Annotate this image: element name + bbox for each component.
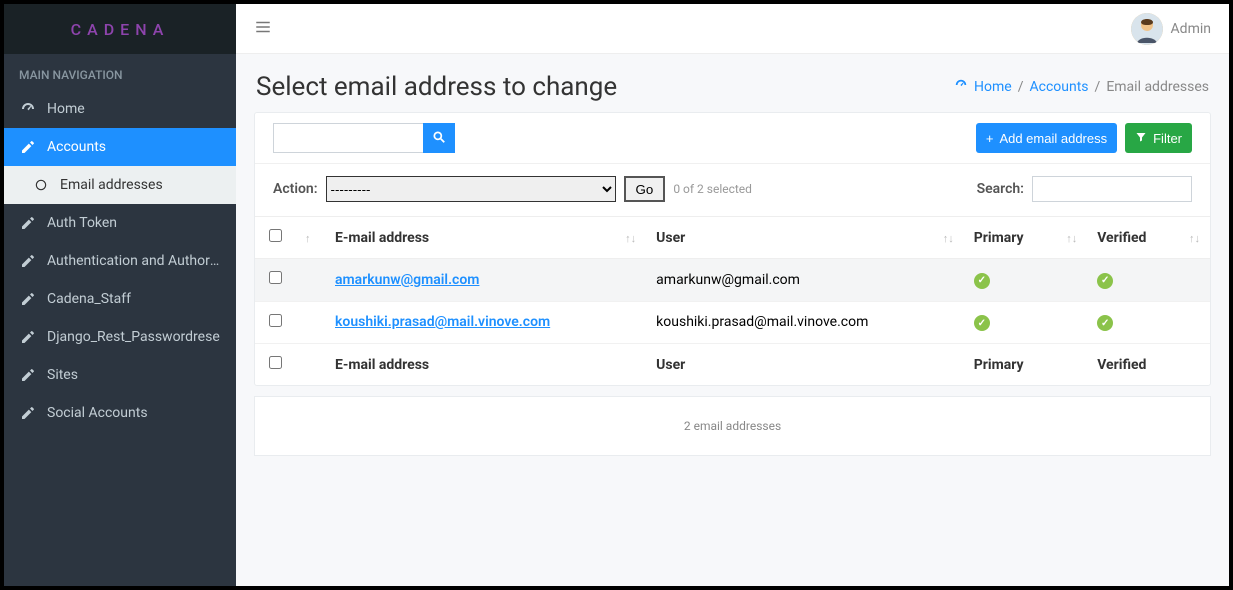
filter-icon xyxy=(1135,131,1147,146)
add-email-label: Add email address xyxy=(999,131,1107,146)
breadcrumb-current: Email addresses xyxy=(1106,79,1209,95)
table-row: koushiki.prasad@mail.vinove.com koushiki… xyxy=(255,301,1210,344)
sidebar-item-label: Accounts xyxy=(47,139,221,155)
sidebar-item-label: Sites xyxy=(47,367,221,383)
email-link[interactable]: amarkunw@gmail.com xyxy=(335,272,479,288)
search-wrap xyxy=(273,123,455,153)
sort-icon[interactable]: ↑ xyxy=(305,232,311,245)
sidebar: CADENA MAIN NAVIGATION Home Accounts Ema… xyxy=(4,4,236,586)
topbar: Admin xyxy=(236,4,1229,54)
tf-user: User xyxy=(646,344,924,386)
sidebar-item-label: Django_Rest_Passwordrese xyxy=(47,329,221,345)
sidebar-item-email-addresses[interactable]: Email addresses xyxy=(4,166,236,204)
edit-icon xyxy=(19,138,37,156)
breadcrumb: Home / Accounts / Email addresses xyxy=(954,78,1209,96)
sidebar-item-auth[interactable]: Authentication and Authoriza xyxy=(4,242,236,280)
user-menu[interactable]: Admin xyxy=(1131,13,1211,45)
sidebar-item-accounts[interactable]: Accounts xyxy=(4,128,236,166)
footer-checkbox[interactable] xyxy=(269,356,282,369)
result-count: 2 email addresses xyxy=(254,396,1211,456)
check-icon xyxy=(974,315,990,331)
sidebar-item-label: Authentication and Authoriza xyxy=(47,253,221,269)
edit-icon xyxy=(19,366,37,384)
sidebar-item-home[interactable]: Home xyxy=(4,90,236,128)
row-checkbox[interactable] xyxy=(269,314,282,327)
filter-label: Filter xyxy=(1153,131,1182,146)
breadcrumb-sep: / xyxy=(1095,79,1101,95)
th-email[interactable]: E-mail address xyxy=(325,217,606,259)
check-icon xyxy=(974,273,990,289)
sidebar-item-label: Social Accounts xyxy=(47,405,221,421)
th-user[interactable]: User xyxy=(646,217,924,259)
breadcrumb-accounts[interactable]: Accounts xyxy=(1030,79,1089,95)
nav-header: MAIN NAVIGATION xyxy=(4,54,236,90)
search-button[interactable] xyxy=(423,123,455,153)
go-button[interactable]: Go xyxy=(624,176,666,202)
edit-icon xyxy=(19,214,37,232)
toolbar-card: + Add email address Filter Action: - xyxy=(254,112,1211,386)
action-select[interactable]: --------- xyxy=(326,176,616,202)
sidebar-item-label: Auth Token xyxy=(47,215,221,231)
sidebar-item-sites[interactable]: Sites xyxy=(4,356,236,394)
selection-count: 0 of 2 selected xyxy=(673,182,752,196)
sidebar-item-social-accounts[interactable]: Social Accounts xyxy=(4,394,236,432)
avatar xyxy=(1131,13,1163,45)
sort-icon[interactable]: ↑↓ xyxy=(1189,232,1200,245)
edit-icon xyxy=(19,328,37,346)
search-icon xyxy=(432,130,446,147)
dashboard-icon xyxy=(954,78,968,96)
th-verified[interactable]: Verified xyxy=(1087,217,1170,259)
page-title: Select email address to change xyxy=(256,72,617,102)
check-icon xyxy=(1097,315,1113,331)
sort-icon[interactable]: ↑↓ xyxy=(1066,232,1077,245)
sidebar-item-label: Cadena_Staff xyxy=(47,291,221,307)
dashboard-icon xyxy=(19,100,37,118)
tf-email: E-mail address xyxy=(325,344,606,386)
row-checkbox[interactable] xyxy=(269,271,282,284)
brand-logo: CADENA xyxy=(4,4,236,54)
sidebar-item-label: Email addresses xyxy=(60,177,221,193)
circle-icon xyxy=(32,176,50,194)
table-search-input[interactable] xyxy=(1032,176,1192,202)
user-cell: amarkunw@gmail.com xyxy=(646,259,924,302)
user-cell: koushiki.prasad@mail.vinove.com xyxy=(646,301,924,344)
breadcrumb-sep: / xyxy=(1018,79,1024,95)
filter-button[interactable]: Filter xyxy=(1125,123,1192,153)
hamburger-icon[interactable] xyxy=(254,18,272,40)
table-footer-row: E-mail address User Primary Verified xyxy=(255,344,1210,386)
sidebar-item-auth-token[interactable]: Auth Token xyxy=(4,204,236,242)
check-icon xyxy=(1097,273,1113,289)
email-link[interactable]: koushiki.prasad@mail.vinove.com xyxy=(335,314,550,330)
search-input[interactable] xyxy=(273,123,423,153)
sort-icon[interactable]: ↑↓ xyxy=(625,232,636,245)
search-label: Search: xyxy=(977,181,1024,197)
tf-verified: Verified xyxy=(1087,344,1170,386)
plus-icon: + xyxy=(986,131,994,146)
action-label: Action: xyxy=(273,181,318,197)
email-table: ↑ E-mail address ↑↓ User ↑↓ Primary ↑↓ V… xyxy=(255,216,1210,385)
edit-icon xyxy=(19,404,37,422)
edit-icon xyxy=(19,252,37,270)
add-email-button[interactable]: + Add email address xyxy=(976,123,1117,153)
tf-primary: Primary xyxy=(964,344,1047,386)
th-primary[interactable]: Primary xyxy=(964,217,1047,259)
select-all-checkbox[interactable] xyxy=(269,229,282,242)
content-header: Select email address to change Home / Ac… xyxy=(236,54,1229,112)
sidebar-item-django-rest[interactable]: Django_Rest_Passwordrese xyxy=(4,318,236,356)
sort-icon[interactable]: ↑↓ xyxy=(943,232,954,245)
user-name: Admin xyxy=(1171,21,1211,37)
sidebar-item-cadena-staff[interactable]: Cadena_Staff xyxy=(4,280,236,318)
edit-icon xyxy=(19,290,37,308)
breadcrumb-home[interactable]: Home xyxy=(974,79,1012,95)
main-area: Admin Select email address to change Hom… xyxy=(236,4,1229,586)
sidebar-item-label: Home xyxy=(47,101,221,117)
table-row: amarkunw@gmail.com amarkunw@gmail.com xyxy=(255,259,1210,302)
